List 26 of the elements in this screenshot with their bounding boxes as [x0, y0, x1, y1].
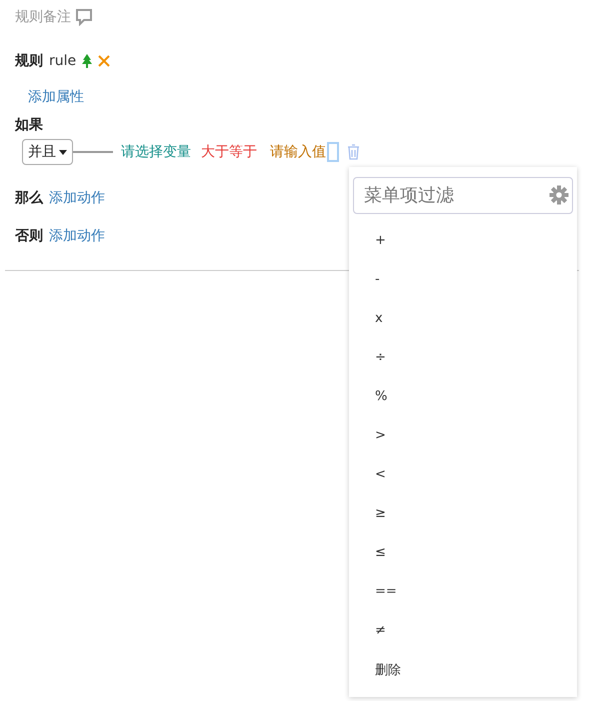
rule-label: 规则 — [15, 52, 43, 70]
menu-item[interactable]: ≥ — [375, 494, 386, 533]
menu-item[interactable]: < — [375, 455, 386, 494]
menu-item[interactable]: ≠ — [375, 611, 386, 650]
else-label: 否则 — [15, 227, 43, 245]
add-action-link[interactable]: 添加动作 — [49, 189, 105, 207]
then-label: 那么 — [15, 189, 43, 207]
menu-item[interactable]: 删除 — [375, 650, 401, 689]
value-placeholder[interactable]: 请输入值 — [270, 143, 326, 161]
add-action-link[interactable]: 添加动作 — [49, 227, 105, 245]
menu-item[interactable]: + — [375, 221, 386, 260]
menu-filter-field[interactable]: 菜单项过滤 — [353, 177, 573, 214]
menu-item[interactable]: > — [375, 416, 386, 455]
variable-link[interactable]: 请选择变量 — [121, 143, 191, 161]
menu-item[interactable]: x — [375, 299, 383, 338]
menu-item[interactable]: - — [375, 260, 380, 299]
menu-item[interactable]: ÷ — [375, 338, 386, 377]
if-label: 如果 — [15, 117, 43, 133]
remark-label: 规则备注 — [15, 8, 71, 26]
menu-item[interactable]: == — [375, 572, 397, 611]
rule-name: rule — [49, 53, 76, 69]
menu-item[interactable]: ≤ — [375, 533, 386, 572]
operator-link[interactable]: 大于等于 — [201, 143, 257, 161]
add-property-link[interactable]: 添加属性 — [28, 88, 84, 106]
join-dropdown[interactable]: 并且 — [22, 139, 73, 165]
menu-item[interactable]: % — [375, 377, 388, 416]
